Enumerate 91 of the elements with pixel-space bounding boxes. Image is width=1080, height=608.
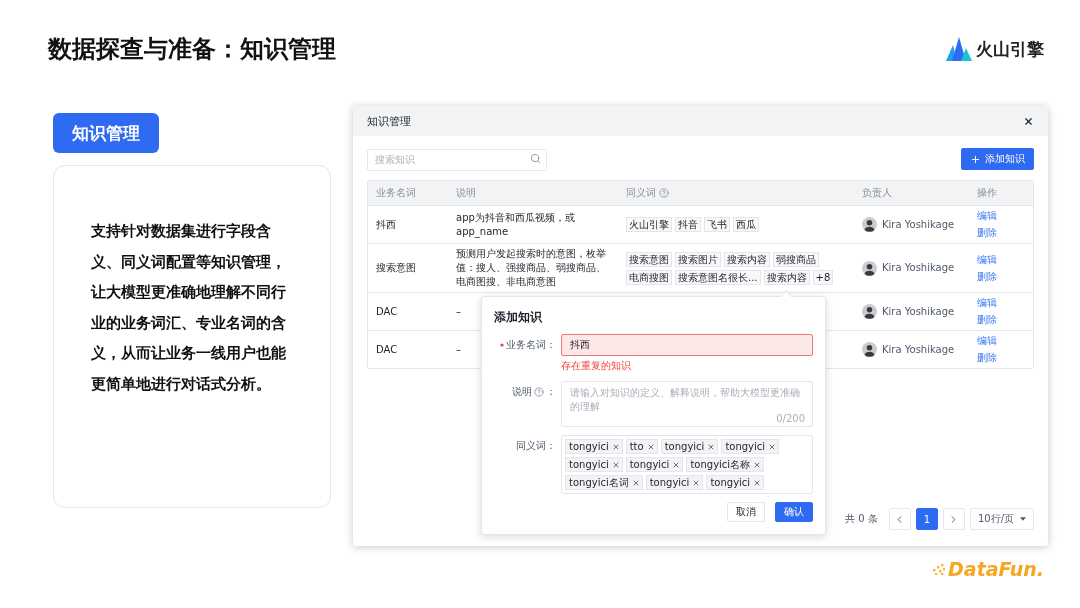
column-header: 操作	[977, 186, 997, 200]
action-link[interactable]: 删除	[977, 351, 997, 365]
remove-icon[interactable]	[707, 442, 716, 451]
synonym-tag: tongyici名词	[565, 475, 643, 490]
table-cell-text: app为抖音和西瓜视频，或app_name	[456, 210, 576, 239]
search-field[interactable]: 搜索知识	[367, 148, 547, 171]
popover-title: 添加知识	[494, 309, 543, 326]
synonym-input[interactable]: tongyici tto tongyici tongyici tongyici tongyici tongyici名称 tongyici名词 tongyici tongyici	[561, 435, 813, 494]
section-heading: 知识管理	[53, 113, 159, 153]
table-cell: 抖西	[376, 217, 396, 232]
column-header: 业务名词	[376, 186, 416, 200]
page-button[interactable]: 1	[915, 508, 938, 530]
plus-icon	[970, 153, 981, 165]
add-knowledge-button[interactable]: 添加知识	[961, 148, 1034, 170]
table-cell: 搜索意图	[376, 261, 416, 275]
synonym-tag: 搜索意图名很长...	[675, 269, 761, 285]
action-link[interactable]: 删除	[977, 313, 997, 327]
avatar-icon	[862, 304, 877, 319]
synonym-tag: tongyici	[660, 439, 719, 454]
remove-icon[interactable]	[611, 442, 620, 451]
help-icon	[534, 387, 544, 397]
avatar-icon	[862, 260, 877, 276]
synonym-tag: tongyici名称	[686, 457, 765, 472]
more-tag: +8	[812, 269, 834, 285]
feature-description: 支持针对数据集进行字段含义、同义词配置等知识管理，让大模型更准确地理解不同行业的业务词汇、专业名词的含义，从而让业务一线用户也能更简单地进行对话式分析。	[91, 221, 287, 395]
avatar-icon	[862, 342, 877, 357]
window-title: 知识管理	[367, 113, 411, 129]
remove-icon[interactable]	[646, 442, 655, 451]
synonym-tag: tongyici	[625, 457, 684, 472]
brand-name: 火山引擎	[976, 37, 1044, 61]
table-cell: –	[456, 304, 461, 319]
remove-icon[interactable]	[631, 478, 640, 487]
remove-icon[interactable]	[692, 478, 701, 487]
owner-name: Kira Yoshikage	[882, 342, 955, 357]
close-icon[interactable]	[1023, 115, 1034, 127]
owner-name: Kira Yoshikage	[882, 217, 955, 232]
label-colon: ：	[546, 385, 556, 399]
search-icon	[530, 153, 541, 164]
help-icon	[659, 188, 669, 198]
field-label: 同义词：	[516, 439, 556, 453]
synonym-tag: 飞书	[704, 217, 730, 232]
synonym-tag: 搜索内容	[724, 251, 770, 267]
synonym-tag: 西瓜	[733, 217, 759, 232]
action-link[interactable]: 删除	[977, 226, 997, 240]
name-input[interactable]: 抖西	[561, 334, 813, 356]
synonym-tag: tongyici	[565, 439, 623, 454]
dots-icon	[931, 563, 946, 575]
action-link[interactable]: 编辑	[977, 334, 997, 348]
remove-icon[interactable]	[768, 442, 777, 451]
footer-brand: DataFun.	[948, 558, 1044, 580]
synonym-tag: 电商搜图	[626, 269, 672, 285]
synonym-tag: 搜索内容	[763, 269, 810, 285]
action-link[interactable]: 删除	[977, 269, 997, 284]
synonym-tag: 搜索图片	[675, 251, 721, 267]
mountain-logo-icon	[946, 37, 972, 61]
table-cell-text: 预测用户发起搜索时的意图，枚举值：搜人、强搜商品、弱搜商品、电商图搜、非电商意图	[456, 247, 607, 289]
confirm-button[interactable]: 确认	[775, 502, 813, 522]
remove-icon[interactable]	[753, 478, 762, 487]
field-label: 说明	[512, 385, 532, 399]
cancel-button[interactable]: 取消	[727, 502, 765, 522]
action-link[interactable]: 编辑	[977, 209, 997, 223]
column-header: 同义词	[626, 186, 656, 200]
avatar-icon	[862, 217, 877, 232]
error-message: 存在重复的知识	[561, 359, 632, 373]
column-header: 负责人	[862, 186, 892, 200]
remove-icon[interactable]	[672, 460, 681, 469]
synonym-tag: 抖音	[675, 217, 701, 232]
slide-title: 数据探查与准备：知识管理	[48, 34, 336, 65]
action-link[interactable]: 编辑	[977, 252, 997, 267]
page-size-select[interactable]: 10行/页	[969, 508, 1034, 530]
synonym-tag: 弱搜商品	[773, 251, 819, 267]
synonym-tag: tongyici	[721, 439, 780, 454]
synonym-tag: tongyici	[706, 475, 765, 490]
column-header: 说明	[456, 186, 476, 200]
action-link[interactable]: 编辑	[977, 296, 997, 310]
synonym-tag: tongyici	[565, 457, 623, 472]
remove-icon[interactable]	[753, 460, 762, 469]
synonym-tag: 搜索意图	[626, 251, 672, 267]
synonym-tag: 火山引擎	[626, 217, 672, 232]
caret-icon	[1020, 517, 1026, 521]
owner-name: Kira Yoshikage	[882, 304, 955, 319]
table-cell: DAC	[376, 342, 398, 357]
field-label: 业务名词：	[506, 338, 556, 352]
table-cell: –	[456, 342, 461, 357]
synonym-tag: tto	[625, 439, 658, 454]
character-counter: 0/200	[776, 413, 805, 424]
remove-icon[interactable]	[611, 460, 620, 469]
owner-name: Kira Yoshikage	[882, 261, 955, 275]
table-cell: DAC	[376, 304, 398, 319]
synonym-tag: tongyici	[645, 475, 704, 490]
total-count: 共 0 条	[845, 512, 878, 526]
